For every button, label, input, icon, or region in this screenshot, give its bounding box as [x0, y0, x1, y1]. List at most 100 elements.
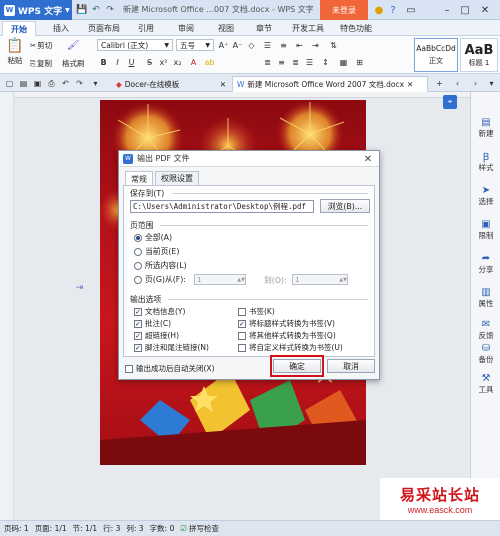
auto-close-checkbox[interactable]: 输出成功后自动关闭(X)	[125, 363, 215, 374]
strikethrough-icon[interactable]: S̶	[144, 57, 155, 68]
style-heading1[interactable]: AaB 标题 1	[460, 38, 498, 72]
minimize-icon[interactable]: –	[440, 3, 454, 17]
justify-icon[interactable]: ☰	[304, 57, 315, 68]
tab-view[interactable]: 视图	[212, 21, 240, 36]
sort-icon[interactable]: ⇅	[328, 40, 339, 51]
side-feedback[interactable]: ✉ 反馈	[471, 318, 500, 341]
side-select[interactable]: ➤ 选择	[471, 184, 500, 207]
bullets-icon[interactable]: ☰	[262, 40, 273, 51]
shrink-font-icon[interactable]: A⁻	[232, 40, 243, 51]
restore-icon[interactable]: ▭	[404, 3, 418, 17]
close-icon[interactable]: ✕	[407, 80, 413, 89]
clear-format-icon[interactable]: ◇	[246, 40, 257, 51]
bold-button[interactable]: B	[98, 57, 109, 68]
save-icon[interactable]: ▣	[32, 78, 43, 89]
print-icon[interactable]: ⎙	[46, 78, 57, 89]
doctab-docer[interactable]: ◆ Docer-在线模板 ✕	[112, 76, 230, 92]
italic-button[interactable]: I	[112, 57, 123, 68]
new-tab-button[interactable]: +	[434, 78, 445, 89]
range-selection-radio[interactable]: 所选内容(L)	[134, 260, 187, 271]
tab-special[interactable]: 特色功能	[336, 21, 376, 36]
font-name-select[interactable]: Calibri (正文) ▼	[97, 39, 173, 51]
line-spacing-icon[interactable]: ↕	[320, 57, 331, 68]
opt-comments-checkbox[interactable]: ✓ 批注(C)	[134, 318, 171, 329]
grow-font-icon[interactable]: A⁺	[218, 40, 229, 51]
redo-icon[interactable]: ↷	[74, 78, 85, 89]
side-share[interactable]: ➦ 分享	[471, 252, 500, 275]
highlight-icon[interactable]: ab	[204, 57, 215, 68]
to-page-stepper[interactable]: 1 ▲▼	[292, 274, 348, 285]
tab-chapter[interactable]: 章节	[250, 21, 278, 36]
app-menu-button[interactable]: W WPS 文字 ▼	[0, 0, 72, 20]
login-button[interactable]: 未登录	[320, 0, 368, 20]
nav-pane-icon[interactable]: ⇥	[74, 282, 85, 293]
cancel-button[interactable]: 取消	[327, 359, 375, 373]
doctab-active[interactable]: W 新建 Microsoft Office Word 2007 文档.docx …	[232, 76, 428, 92]
from-page-stepper[interactable]: 1 ▲▼	[194, 274, 246, 285]
side-properties[interactable]: ▥ 属性	[471, 286, 500, 309]
tab-references[interactable]: 引用	[132, 21, 160, 36]
undo-icon[interactable]: ↶	[90, 4, 102, 16]
chevron-left-icon[interactable]: ‹	[452, 78, 463, 89]
opt-bookmarks-checkbox[interactable]: 书签(K)	[238, 306, 275, 317]
chevron-down-icon[interactable]: ▾	[486, 78, 497, 89]
status-word-count[interactable]: 字数: 0	[150, 523, 175, 534]
side-styles[interactable]: Ꞵ 样式	[471, 150, 500, 173]
opt-hyperlinks-checkbox[interactable]: ✓ 超链接(H)	[134, 330, 179, 341]
side-backup[interactable]: ⛁ 备份	[471, 342, 500, 365]
tab-review[interactable]: 审阅	[172, 21, 200, 36]
opt-doc-info-checkbox[interactable]: ✓ 文档信息(Y)	[134, 306, 185, 317]
format-painter-button[interactable]: 🖌 格式刷	[62, 40, 85, 69]
tab-permissions[interactable]: 权限设置	[155, 171, 199, 185]
save-path-input[interactable]: C:\Users\Administrator\Desktop\例程.pdf	[130, 200, 314, 213]
chevron-right-icon[interactable]: ›	[470, 78, 481, 89]
copy-button[interactable]: ⎘ 复制	[30, 58, 52, 69]
skin-icon[interactable]: ●	[372, 3, 386, 17]
opt-heading-bookmarks-checkbox[interactable]: ✓ 将标题样式转换为书签(V)	[238, 318, 335, 329]
opt-other-bookmarks-checkbox[interactable]: 将其他样式转换为书签(Q)	[238, 330, 336, 341]
range-all-radio[interactable]: 全部(A)	[134, 232, 172, 243]
spellcheck-toggle[interactable]: ☑ 拼写检查	[180, 523, 219, 534]
save-icon[interactable]: 💾	[76, 4, 88, 16]
redo-icon[interactable]: ↷	[104, 4, 116, 16]
location-pin-icon[interactable]: ⌖	[443, 95, 457, 109]
side-tools[interactable]: ⚒ 工具	[471, 372, 500, 395]
cut-button[interactable]: ✂ 剪切	[30, 40, 52, 51]
indent-icon[interactable]: ⇥	[310, 40, 321, 51]
maximize-icon[interactable]: □	[458, 3, 472, 17]
close-icon[interactable]: ✕	[478, 3, 492, 17]
browse-button[interactable]: 浏览(B)...	[320, 199, 370, 213]
tab-normal[interactable]: 常规	[125, 171, 153, 186]
opt-footnotes-checkbox[interactable]: ✓ 脚注和尾注链接(N)	[134, 342, 209, 353]
tab-developer[interactable]: 开发工具	[288, 21, 328, 36]
close-icon[interactable]: ✕	[220, 80, 226, 89]
font-color-icon[interactable]: A	[188, 57, 199, 68]
underline-button[interactable]: U	[126, 57, 137, 68]
outdent-icon[interactable]: ⇤	[294, 40, 305, 51]
side-restrict[interactable]: ▣ 限制	[471, 218, 500, 241]
new-doc-icon[interactable]: ▢	[4, 78, 15, 89]
shading-icon[interactable]: ▦	[338, 57, 349, 68]
align-left-icon[interactable]: ≣	[262, 57, 273, 68]
tab-page-layout[interactable]: 页面布局	[84, 21, 124, 36]
chevron-down-icon[interactable]: ▾	[90, 78, 101, 89]
open-icon[interactable]: ▤	[18, 78, 29, 89]
opt-custom-bookmarks-checkbox[interactable]: 将自定义样式转换为书签(U)	[238, 342, 343, 353]
font-size-select[interactable]: 五号 ▼	[176, 39, 214, 51]
close-icon[interactable]: ✕	[361, 152, 375, 166]
subscript-icon[interactable]: x₂	[172, 57, 183, 68]
align-center-icon[interactable]: ≡	[276, 57, 287, 68]
range-pages-radio[interactable]: 页(G)从(F):	[134, 274, 186, 285]
help-icon[interactable]: ?	[386, 3, 400, 17]
borders-icon[interactable]: ⊞	[354, 57, 365, 68]
style-normal[interactable]: AaBbCcDd 正文	[414, 38, 458, 72]
side-new[interactable]: ▤ 新建	[471, 116, 500, 139]
superscript-icon[interactable]: x²	[158, 57, 169, 68]
tab-insert[interactable]: 插入	[46, 21, 76, 36]
range-current-radio[interactable]: 当前页(E)	[134, 246, 179, 257]
numbering-icon[interactable]: ≡	[278, 40, 289, 51]
align-right-icon[interactable]: ≣	[290, 57, 301, 68]
paste-button[interactable]: 📋 粘贴	[4, 38, 26, 66]
undo-icon[interactable]: ↶	[60, 78, 71, 89]
tab-home[interactable]: 开始	[2, 21, 36, 36]
